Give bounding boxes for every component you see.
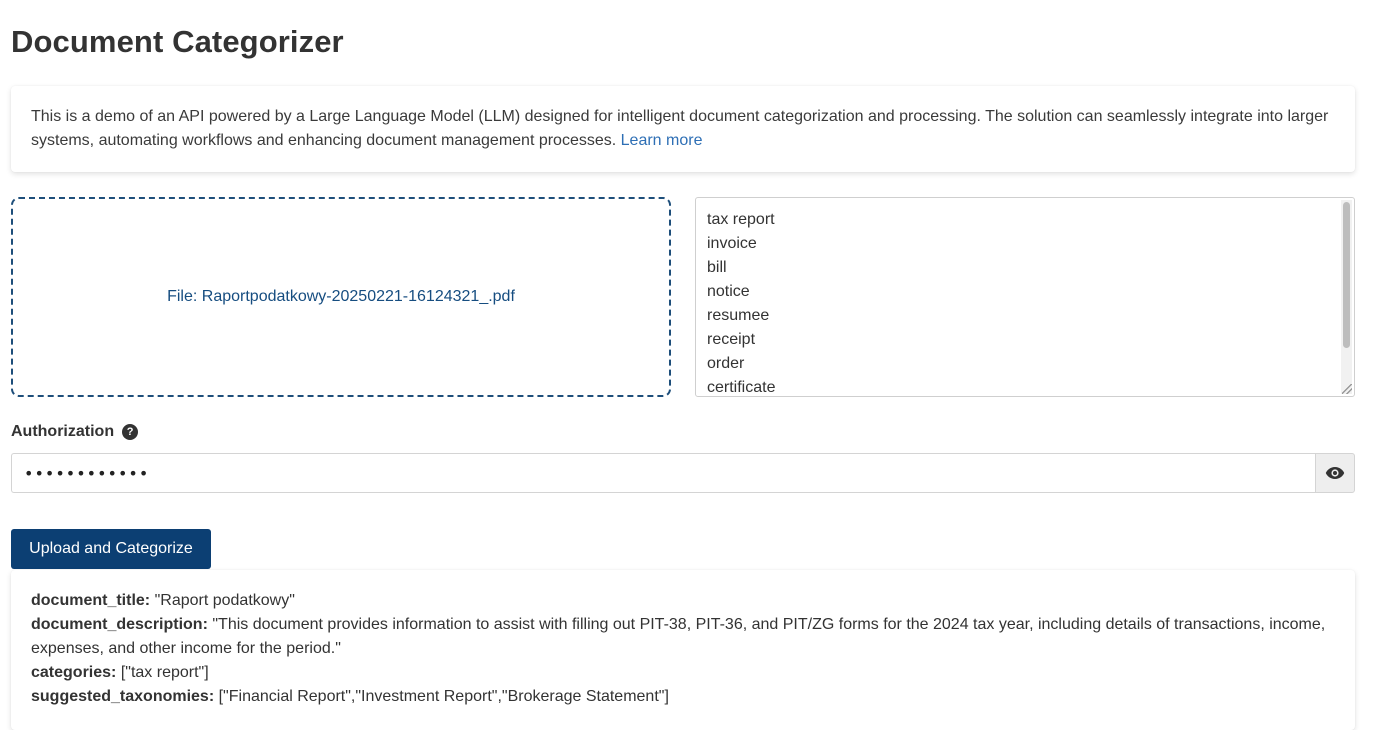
categories-textarea[interactable]: tax report invoice bill notice resumee r… bbox=[695, 197, 1355, 397]
question-circle-icon[interactable]: ? bbox=[122, 424, 139, 440]
eye-icon bbox=[1325, 467, 1345, 479]
result-row: document_description: "This document pro… bbox=[31, 613, 1335, 661]
category-item: invoice bbox=[707, 235, 757, 252]
category-item: tax report bbox=[707, 211, 775, 228]
category-item: resumee bbox=[707, 307, 770, 324]
categories-scrollbar[interactable] bbox=[1341, 200, 1352, 394]
upload-and-categorize-button[interactable]: Upload and Categorize bbox=[11, 529, 211, 569]
result-row: categories: ["tax report"] bbox=[31, 661, 1335, 685]
scrollbar-thumb[interactable] bbox=[1343, 202, 1350, 348]
result-value: "This document provides information to a… bbox=[31, 616, 1326, 657]
page: Document Categorizer This is a demo of a… bbox=[0, 0, 1375, 730]
intro-card: This is a demo of an API powered by a La… bbox=[11, 86, 1355, 172]
authorization-input[interactable] bbox=[11, 453, 1315, 493]
result-key: document_description: bbox=[31, 616, 208, 633]
categories-list: tax report invoice bill notice resumee r… bbox=[696, 198, 1354, 396]
authorization-label: Authorization bbox=[11, 423, 115, 440]
result-card: document_title: "Raport podatkowy" docum… bbox=[11, 570, 1355, 730]
page-title: Document Categorizer bbox=[11, 24, 344, 59]
result-row: document_title: "Raport podatkowy" bbox=[31, 589, 1335, 613]
result-value: ["Financial Report","Investment Report",… bbox=[218, 688, 669, 705]
result-value: ["tax report"] bbox=[120, 664, 209, 681]
authorization-row bbox=[11, 453, 1355, 493]
resize-handle[interactable] bbox=[1342, 384, 1352, 394]
category-item: receipt bbox=[707, 331, 756, 348]
category-item: order bbox=[707, 355, 745, 372]
toggle-visibility-button[interactable] bbox=[1315, 453, 1355, 493]
category-item: notice bbox=[707, 283, 750, 300]
result-key: document_title: bbox=[31, 592, 151, 609]
result-key: suggested_taxonomies: bbox=[31, 688, 215, 705]
selected-file-label: File: Raportpodatkowy-20250221-16124321_… bbox=[167, 288, 515, 305]
learn-more-link[interactable]: Learn more bbox=[621, 132, 703, 149]
category-item: bill bbox=[707, 259, 727, 276]
result-value: "Raport podatkowy" bbox=[154, 592, 295, 609]
result-key: categories: bbox=[31, 664, 117, 681]
authorization-label-row: Authorization ? bbox=[11, 423, 139, 441]
file-dropzone[interactable]: File: Raportpodatkowy-20250221-16124321_… bbox=[11, 197, 671, 397]
category-item: certificate bbox=[707, 379, 776, 396]
result-row: suggested_taxonomies: ["Financial Report… bbox=[31, 685, 1335, 709]
